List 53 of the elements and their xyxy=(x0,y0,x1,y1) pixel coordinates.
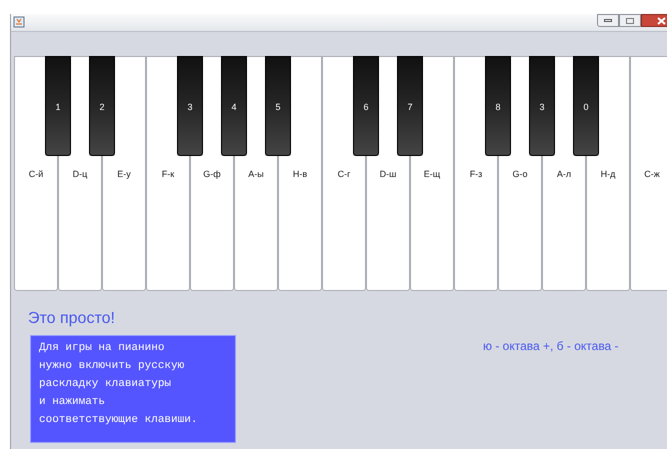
instructions-text: Для игры на пианино нужно включить русскую раскладку клавиатуры и нажимать соответствующие клавиши. xyxy=(30,335,236,443)
sharp-key[interactable]: 8 xyxy=(485,56,511,156)
key-label: 5 xyxy=(275,101,280,114)
key-label: G-ф xyxy=(203,168,221,181)
heading: Это просто! xyxy=(28,309,116,329)
natural-key[interactable]: E-щ xyxy=(410,156,454,291)
natural-key[interactable]: H-д xyxy=(586,156,630,291)
natural-key[interactable]: G-ф xyxy=(190,156,234,291)
sharp-key[interactable]: 5 xyxy=(265,56,291,156)
key-label: 8 xyxy=(495,101,500,114)
sharp-key[interactable]: 7 xyxy=(397,56,423,156)
key-label: E-у xyxy=(117,168,131,181)
key-label: C-ж xyxy=(644,168,660,181)
sharp-key[interactable]: 4 xyxy=(221,56,247,156)
key-label: C-й xyxy=(28,168,44,181)
natural-key[interactable]: C-г xyxy=(322,156,366,291)
key-label: 4 xyxy=(231,101,236,114)
sharp-key[interactable]: 2 xyxy=(89,56,115,156)
key-label: A-л xyxy=(556,168,572,181)
key-label: E-щ xyxy=(424,168,440,181)
sharp-key[interactable]: 0 xyxy=(573,56,599,156)
sharp-key[interactable]: 1 xyxy=(45,56,71,156)
natural-key[interactable]: F-з xyxy=(454,156,498,291)
natural-key[interactable]: C-й xyxy=(14,156,58,291)
key-label: H-в xyxy=(292,168,308,181)
natural-key[interactable]: G-о xyxy=(498,156,542,291)
key-label: A-ы xyxy=(248,168,264,181)
natural-key[interactable]: D-ц xyxy=(58,156,102,291)
natural-key[interactable]: D-ш xyxy=(366,156,410,291)
key-label: F-к xyxy=(162,168,174,181)
natural-key[interactable]: F-к xyxy=(146,156,190,291)
key-label: D-ш xyxy=(380,168,396,181)
natural-key[interactable]: H-в xyxy=(278,156,322,291)
key-label: 3 xyxy=(187,101,192,114)
key-label: G-о xyxy=(512,168,528,181)
key-label: C-г xyxy=(338,168,350,181)
key-label: 7 xyxy=(407,101,412,114)
key-label: 6 xyxy=(363,101,368,114)
natural-key[interactable]: C-ж xyxy=(630,156,667,291)
octave-hint: ю - октава +, б - октава - xyxy=(483,338,619,355)
sharp-key[interactable]: 3 xyxy=(529,56,555,156)
natural-key[interactable]: A-л xyxy=(542,156,586,291)
key-label: 0 xyxy=(583,101,588,114)
natural-key[interactable]: E-у xyxy=(102,156,146,291)
key-label: 3 xyxy=(539,101,544,114)
key-label: D-ц xyxy=(72,168,88,181)
key-label: 1 xyxy=(55,101,60,114)
sharp-key[interactable]: 6 xyxy=(353,56,379,156)
key-label: H-д xyxy=(600,168,616,181)
sharp-key[interactable]: 3 xyxy=(177,56,203,156)
natural-key[interactable]: A-ы xyxy=(234,156,278,291)
key-label: F-з xyxy=(470,168,482,181)
key-label: 2 xyxy=(99,101,104,114)
